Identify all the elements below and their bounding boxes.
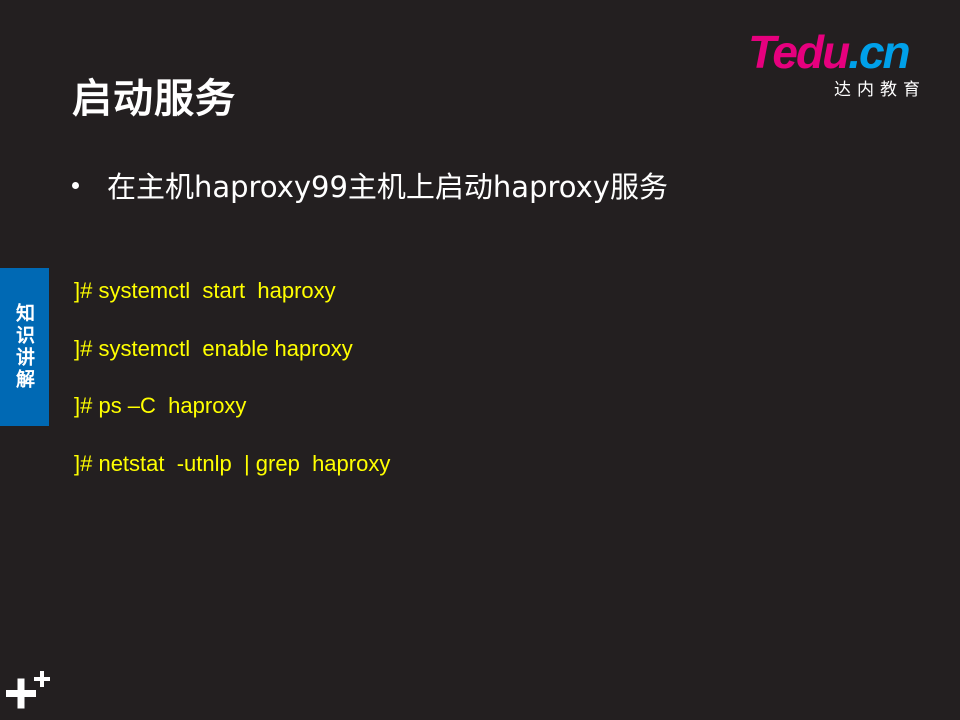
command-line: ]# netstat -utnlp | grep haproxy	[74, 450, 391, 476]
command-line: ]# systemctl start haproxy	[74, 278, 336, 303]
bullet-item: 在主机haproxy99主机上启动haproxy服务	[70, 164, 668, 206]
logo-letter-t: T	[748, 26, 774, 78]
command-line: ]# ps –C haproxy	[74, 393, 247, 418]
bullet-text: 在主机haproxy99主机上启动haproxy服务	[107, 170, 668, 204]
tedu-logo: Tedu.cn 达内教育	[748, 28, 938, 100]
logo-text-edu: edu	[772, 26, 850, 78]
logo-text-cn: cn	[858, 26, 911, 78]
side-tab-knowledge: 知识讲解	[0, 268, 49, 426]
plus-icon	[6, 671, 50, 709]
bullet-dot-icon	[72, 181, 79, 189]
side-tab-label: 知识讲解	[13, 303, 35, 391]
slide-title: 启动服务	[72, 76, 236, 122]
logo-wordmark: Tedu.cn	[748, 26, 911, 78]
command-line: ]# systemctl enable haproxy	[74, 335, 353, 361]
logo-dot: .	[848, 26, 861, 78]
command-list: ]# systemctl start haproxy ]# systemctl …	[74, 276, 390, 506]
logo-subtitle: 达内教育	[834, 80, 926, 100]
